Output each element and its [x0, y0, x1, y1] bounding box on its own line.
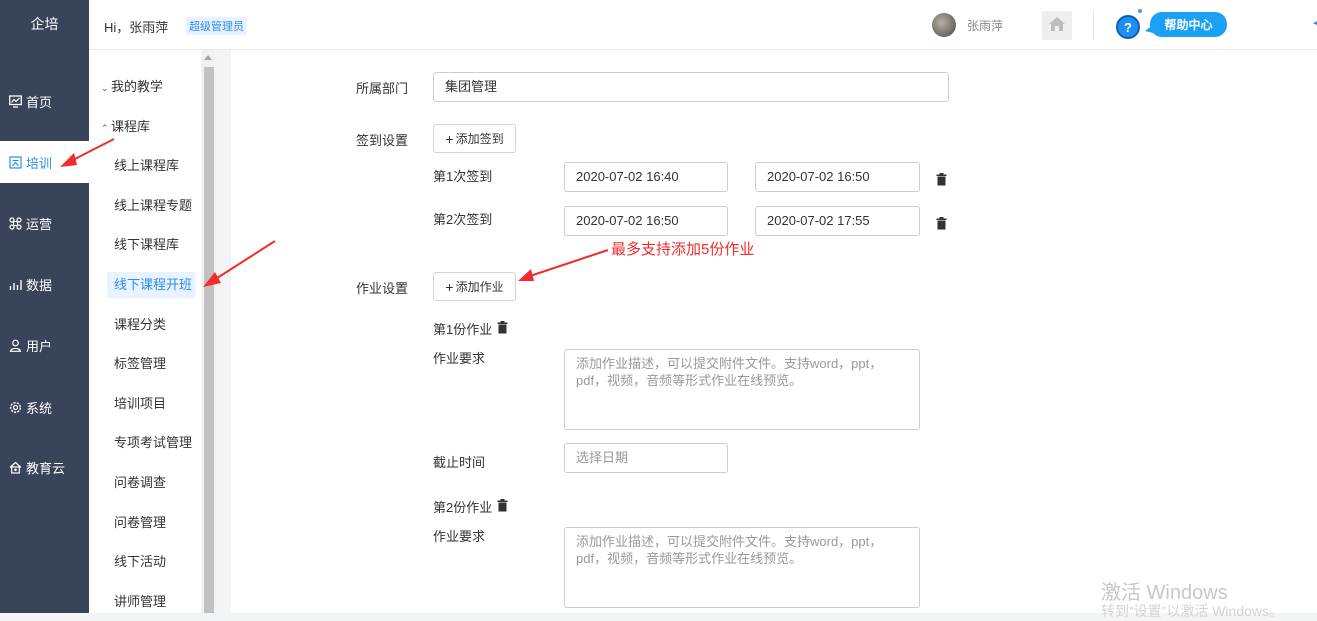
- home-icon: [1048, 16, 1066, 35]
- home-button[interactable]: [1042, 11, 1072, 40]
- trash-icon[interactable]: [936, 173, 947, 186]
- sidebar: 企培 首页 培训 运营 数据 用户 系统 教育云: [0, 0, 89, 613]
- nav-item-system[interactable]: 系统: [0, 387, 89, 427]
- annotation-text: 最多支持添加5份作业: [611, 241, 755, 258]
- help-question-icon[interactable]: ?: [1116, 15, 1140, 39]
- homework-req-label: 作业要求: [433, 351, 486, 366]
- nav-item-home[interactable]: 首页: [0, 81, 89, 121]
- scrollbar-thumb[interactable]: [204, 67, 214, 613]
- submenu-item[interactable]: 课程分类: [89, 312, 201, 338]
- plus-icon: +: [445, 278, 454, 295]
- top-header: Hi，张雨萍 超级管理员 张雨萍 ? 帮助中心 ◂: [89, 0, 1317, 50]
- homework-req-textarea[interactable]: 添加作业描述，可以提交附件文件。支持word，ppt，pdf，视频，音频等形式作…: [564, 349, 920, 430]
- app-logo: 企培: [30, 16, 59, 32]
- nav-label-home: 首页: [26, 94, 53, 110]
- checkin-end-input[interactable]: 2020-07-02 17:55: [755, 206, 920, 236]
- checkin-label: 签到设置: [356, 133, 409, 148]
- chevron-down-icon: ⌄: [101, 83, 109, 93]
- checkin-row-label: 第1次签到: [433, 169, 493, 184]
- nav-label-training: 培训: [26, 155, 53, 171]
- windows-watermark-sub: 转到“设置”以激活 Windows。: [1101, 603, 1284, 619]
- checkin-start-input[interactable]: 2020-07-02 16:40: [564, 162, 728, 192]
- nav-item-training[interactable]: 培训: [0, 141, 89, 183]
- checkin-row-label: 第2次签到: [433, 212, 493, 227]
- dashboard-icon: [8, 94, 22, 108]
- nav-label-users: 用户: [26, 338, 53, 354]
- submenu-item[interactable]: 问卷管理: [89, 510, 201, 536]
- scroll-up-arrow-icon[interactable]: [204, 55, 212, 60]
- deadline-label: 截止时间: [433, 455, 486, 470]
- command-icon: [8, 216, 22, 230]
- help-center-button[interactable]: 帮助中心: [1150, 12, 1227, 37]
- nav-item-data[interactable]: 数据: [0, 264, 89, 304]
- greeting-text: Hi，张雨萍: [104, 20, 169, 35]
- chevron-up-icon: ⌃: [101, 123, 109, 133]
- gear-icon: [8, 400, 22, 414]
- nav-item-edu-cloud[interactable]: 教育云: [0, 447, 89, 487]
- add-checkin-button[interactable]: + 添加签到: [433, 124, 516, 153]
- homework-title: 第2份作业: [433, 500, 493, 515]
- checkin-end-input[interactable]: 2020-07-02 16:50: [755, 162, 920, 192]
- submenu-item[interactable]: 线上课程库: [89, 153, 201, 179]
- checkin-start-input[interactable]: 2020-07-02 16:50: [564, 206, 728, 236]
- add-homework-button[interactable]: + 添加作业: [433, 272, 516, 301]
- help-bubble-dot: [1138, 9, 1142, 13]
- submenu-group-label: 课程库: [111, 119, 151, 134]
- nav-item-operations[interactable]: 运营: [0, 203, 89, 243]
- chevron-left-icon[interactable]: ◂: [1313, 16, 1317, 29]
- homework-req-textarea[interactable]: 添加作业描述，可以提交附件文件。支持word，ppt，pdf，视频，音频等形式作…: [564, 527, 920, 608]
- nav-label-operations: 运营: [26, 216, 53, 232]
- nav-label-edu-cloud: 教育云: [26, 460, 66, 476]
- submenu-item[interactable]: 线下课程库: [89, 232, 201, 258]
- trash-icon[interactable]: [936, 217, 947, 230]
- avatar[interactable]: [932, 13, 956, 37]
- submenu-item[interactable]: 专项考试管理: [89, 430, 201, 456]
- chart-icon: [8, 277, 22, 291]
- submenu-item[interactable]: 标签管理: [89, 351, 201, 377]
- training-icon: [8, 155, 22, 169]
- cloud-home-icon: [8, 460, 22, 474]
- main-content: 所属部门 集团管理 签到设置 + 添加签到 第1次签到 2020-07-02 16…: [231, 50, 1317, 613]
- dept-select[interactable]: 集团管理: [433, 72, 949, 102]
- deadline-date-input[interactable]: 选择日期: [564, 443, 728, 473]
- submenu: ⌄ 我的教学 ⌃ 课程库 线上课程库 线上课程专题 线下课程库 线下课程开班 课程分…: [89, 50, 201, 613]
- add-homework-label: 添加作业: [455, 280, 504, 294]
- submenu-scrollbar[interactable]: [201, 50, 215, 613]
- header-divider: [1093, 10, 1094, 40]
- username[interactable]: 张雨萍: [967, 17, 1003, 34]
- homework-label: 作业设置: [356, 281, 409, 296]
- plus-icon: +: [445, 130, 454, 147]
- submenu-item[interactable]: 问卷调查: [89, 470, 201, 496]
- submenu-item[interactable]: 讲师管理: [89, 589, 201, 615]
- submenu-group-course-library[interactable]: ⌃ 课程库: [89, 114, 201, 140]
- trash-icon[interactable]: [497, 321, 508, 334]
- role-badge: 超级管理员: [186, 17, 247, 35]
- nav-item-users[interactable]: 用户: [0, 325, 89, 365]
- dept-label: 所属部门: [356, 81, 409, 96]
- homework-req-label: 作业要求: [433, 529, 486, 544]
- user-icon: [8, 338, 22, 352]
- add-checkin-label: 添加签到: [455, 132, 504, 146]
- submenu-item[interactable]: 线下活动: [89, 549, 201, 575]
- submenu-group-label: 我的教学: [111, 79, 164, 94]
- nav-label-system: 系统: [26, 400, 53, 416]
- submenu-item[interactable]: 线上课程专题: [89, 193, 201, 219]
- homework-title: 第1份作业: [433, 322, 493, 337]
- submenu-group-my-teaching[interactable]: ⌄ 我的教学: [89, 74, 201, 100]
- trash-icon[interactable]: [497, 499, 508, 512]
- submenu-item[interactable]: 培训项目: [89, 391, 201, 417]
- nav-label-data: 数据: [26, 277, 53, 293]
- submenu-item-active[interactable]: 线下课程开班: [107, 272, 195, 298]
